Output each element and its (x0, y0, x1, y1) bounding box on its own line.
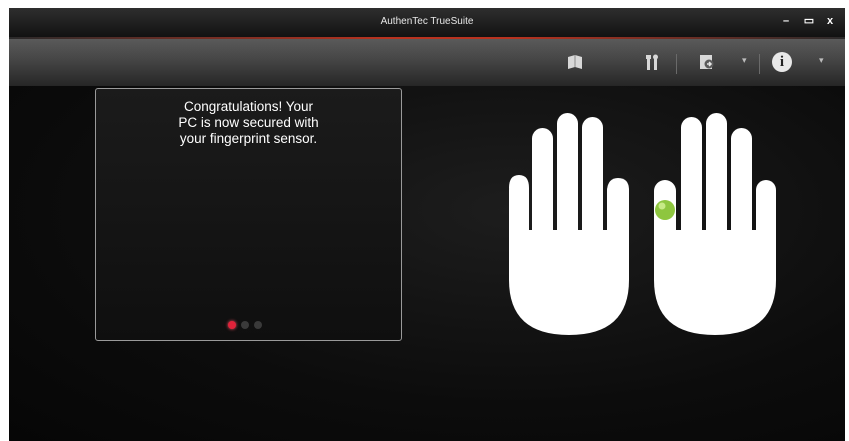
login-icon[interactable] (696, 51, 718, 73)
indicator-highlight (658, 202, 666, 210)
page-dot-2[interactable] (241, 321, 249, 329)
message-panel: Congratulations! Your PC is now secured … (95, 88, 402, 341)
message-line: PC is now secured with (178, 115, 319, 130)
book-icon[interactable] (564, 51, 586, 73)
info-icon[interactable]: i (771, 51, 793, 73)
message-line: your fingerprint sensor. (179, 131, 318, 146)
left-hand-icon (509, 113, 629, 335)
page-dot-1[interactable] (228, 321, 236, 329)
page-dot-3[interactable] (254, 321, 262, 329)
tools-icon[interactable] (641, 51, 663, 73)
message-line: Congratulations! Your (183, 99, 314, 114)
hands-illustration (509, 113, 776, 335)
page-indicator (228, 321, 262, 329)
minimize-button[interactable]: – (777, 13, 795, 29)
app-window: AuthenTec TrueSuite – ▭ x ▾ i ▾ Congratu… (9, 8, 845, 441)
toolbar-separator (759, 54, 760, 74)
toolbar: ▾ i ▾ (9, 39, 845, 86)
toolbar-separator (676, 54, 677, 74)
right-hand-icon (654, 113, 776, 335)
main-content: Congratulations! Your PC is now secured … (9, 86, 845, 441)
login-menu-chevron-down-icon[interactable]: ▾ (742, 55, 747, 66)
congratulations-message: Congratulations! Your PC is now secured … (136, 99, 361, 147)
title-bar[interactable]: AuthenTec TrueSuite – ▭ x (9, 8, 845, 37)
enrolled-finger-indicator[interactable] (655, 200, 675, 220)
info-menu-chevron-down-icon[interactable]: ▾ (819, 55, 824, 66)
window-title: AuthenTec TrueSuite (380, 16, 474, 27)
close-button[interactable]: x (821, 13, 839, 29)
info-glyph: i (772, 52, 792, 72)
maximize-button[interactable]: ▭ (800, 13, 818, 29)
